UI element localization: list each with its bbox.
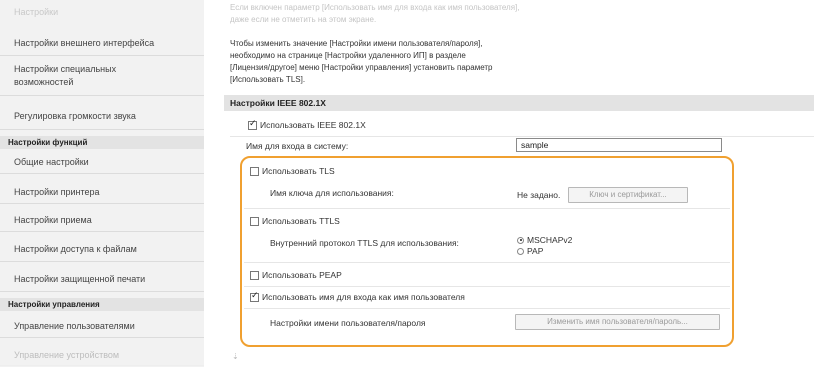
use-ttls-checkbox[interactable] [250, 216, 259, 226]
message-line-2: необходимо на странице [Настройки удален… [230, 51, 466, 60]
divider [244, 208, 730, 209]
message-line-3: [Лицензия/другое] меню [Настройки управл… [230, 63, 493, 72]
sidebar-item-receive[interactable]: Настройки приема [0, 210, 204, 232]
divider [244, 286, 730, 287]
ttls-option-pap[interactable]: PAP [517, 246, 543, 256]
ttls-option-mschapv2[interactable]: MSCHAPv2 [517, 235, 572, 245]
use-login-as-user-label: Использовать имя для входа как имя польз… [262, 292, 465, 302]
section-title-ieee: Настройки IEEE 802.1X [224, 95, 814, 111]
sidebar-item-file-access[interactable]: Настройки доступа к файлам [0, 238, 204, 262]
user-settings-label: Настройки имени пользователя/пароля [270, 318, 426, 328]
key-certificate-button[interactable]: Ключ и сертификат... [568, 187, 688, 203]
message-faded-line-1: Если включен параметр [Использовать имя … [230, 3, 520, 12]
ttls-protocol-label: Внутренний протокол TTLS для использован… [270, 238, 459, 248]
sidebar-section-functions: Настройки функций [0, 136, 204, 149]
scroll-indicator-icon: ⇣ [232, 352, 239, 361]
key-value: Не задано. [517, 190, 561, 200]
use-tls-row: Использовать TLS [250, 166, 335, 176]
use-ttls-row: Использовать TTLS [250, 216, 340, 226]
login-name-input[interactable]: sample [516, 138, 722, 152]
pap-radio[interactable] [517, 247, 524, 255]
sidebar-item-general[interactable]: Общие настройки [0, 152, 204, 174]
sidebar-item-secure-print[interactable]: Настройки защищенной печати [0, 268, 204, 292]
use-tls-label: Использовать TLS [262, 166, 335, 176]
use-peap-row: Использовать PEAP [250, 270, 342, 280]
use-ieee-label: Использовать IEEE 802.1X [260, 120, 366, 130]
use-ttls-label: Использовать TTLS [262, 216, 340, 226]
sidebar-item-user-management[interactable]: Управление пользователями [0, 316, 204, 338]
login-name-label: Имя для входа в систему: [246, 141, 349, 151]
pap-label: PAP [527, 246, 544, 256]
use-peap-checkbox[interactable] [250, 270, 259, 280]
use-tls-checkbox[interactable] [250, 166, 259, 176]
message-faded-line-2: даже если не отметить на этом экране. [230, 15, 377, 24]
use-peap-label: Использовать PEAP [262, 270, 342, 280]
mschapv2-label: MSCHAPv2 [527, 235, 573, 245]
use-ieee-row: Использовать IEEE 802.1X [248, 119, 366, 130]
mschapv2-radio[interactable] [517, 236, 524, 244]
change-user-password-button[interactable]: Изменить имя пользователя/пароль... [515, 314, 720, 330]
sidebar-item-printer[interactable]: Настройки принтера [0, 182, 204, 204]
divider [244, 262, 730, 263]
sidebar-item-device-management[interactable]: Управление устройством [0, 346, 204, 366]
key-label: Имя ключа для использования: [270, 188, 394, 198]
sidebar-item-accessibility[interactable]: Настройки специальных возможностей [0, 56, 204, 96]
sidebar-item-interface[interactable]: Настройки внешнего интерфейса [0, 32, 204, 56]
message-line-4: [Использовать TLS]. [230, 75, 306, 84]
use-login-as-user-checkbox[interactable] [250, 291, 259, 302]
sidebar-section-management: Настройки управления [0, 298, 204, 311]
use-login-as-user-row: Использовать имя для входа как имя польз… [250, 291, 465, 302]
sidebar-item-volume[interactable]: Регулировка громкости звука [0, 104, 204, 130]
use-ieee-checkbox[interactable] [248, 119, 257, 130]
sidebar: Настройки Настройки внешнего интерфейса … [0, 0, 204, 367]
divider [244, 308, 730, 309]
divider [230, 136, 814, 137]
sidebar-item-faded-top[interactable]: Настройки [0, 4, 204, 20]
message-line-1: Чтобы изменить значение [Настройки имени… [230, 39, 483, 48]
